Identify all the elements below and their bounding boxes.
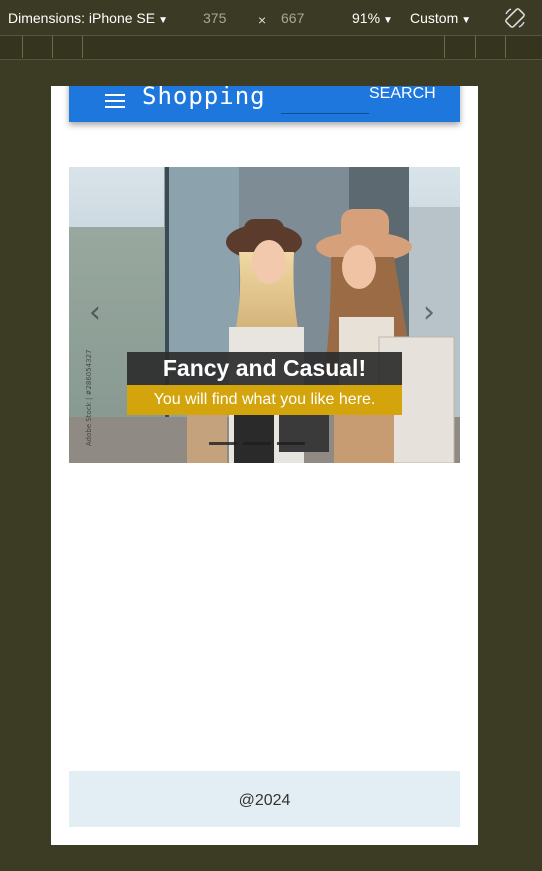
times-icon: × bbox=[258, 12, 267, 28]
media-query-bar bbox=[0, 36, 542, 60]
caret-down-icon: ▼ bbox=[158, 15, 168, 26]
carousel-indicator[interactable] bbox=[277, 442, 305, 445]
device-label: Dimensions: iPhone SE bbox=[8, 10, 156, 26]
navbar: Shopping SEARCH bbox=[69, 86, 460, 122]
zoom-select[interactable]: 91% ▼ bbox=[352, 10, 393, 26]
caret-down-icon: ▼ bbox=[383, 15, 393, 26]
footer: @2024 bbox=[69, 771, 460, 827]
caret-down-icon: ▼ bbox=[461, 15, 472, 26]
device-select[interactable]: Dimensions: iPhone SE ▼ bbox=[8, 10, 168, 26]
chevron-right-icon[interactable]: › bbox=[423, 295, 435, 330]
carousel-indicator[interactable] bbox=[209, 442, 237, 445]
search-button[interactable]: SEARCH bbox=[369, 86, 436, 103]
device-viewport: Shopping SEARCH Adobe Stock | #286054327… bbox=[51, 86, 478, 845]
carousel-indicators bbox=[209, 430, 319, 445]
carousel-indicator[interactable] bbox=[243, 442, 271, 445]
width-input[interactable]: 375 bbox=[203, 10, 226, 26]
hero-image bbox=[69, 167, 460, 463]
hamburger-menu-icon[interactable] bbox=[105, 94, 125, 108]
search-input[interactable] bbox=[281, 88, 369, 114]
brand-title[interactable]: Shopping bbox=[142, 86, 266, 110]
rotate-icon[interactable] bbox=[503, 6, 527, 30]
zoom-label: 91% bbox=[352, 10, 381, 26]
throttle-select[interactable]: Custom ▼ bbox=[410, 10, 471, 26]
throttle-label: Custom bbox=[410, 10, 459, 26]
hero-carousel: Adobe Stock | #286054327 ‹ › Fancy and C… bbox=[69, 167, 460, 463]
carousel-title: Fancy and Casual! bbox=[127, 352, 402, 385]
carousel-subtitle: You will find what you like here. bbox=[127, 385, 402, 415]
devtools-device-toolbar: Dimensions: iPhone SE ▼ 375 × 667 91% ▼ Cu… bbox=[0, 0, 542, 36]
image-watermark: Adobe Stock | #286054327 bbox=[85, 349, 93, 447]
chevron-left-icon[interactable]: ‹ bbox=[89, 295, 101, 330]
height-input[interactable]: 667 bbox=[281, 10, 304, 26]
